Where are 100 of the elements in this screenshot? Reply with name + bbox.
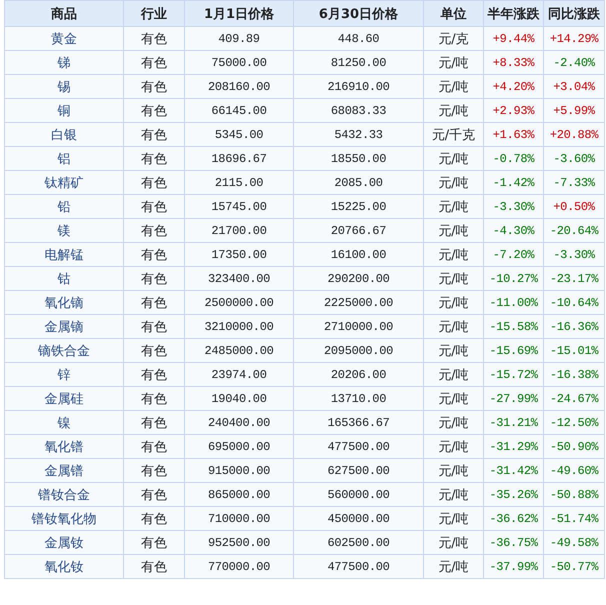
industry-cell: 有色 xyxy=(124,242,184,266)
unit-cell: 元/吨 xyxy=(424,242,484,266)
commodity-cell: 铝 xyxy=(4,146,124,170)
commodity-cell: 锑 xyxy=(4,50,124,74)
industry-cell: 有色 xyxy=(124,482,184,506)
unit-cell: 元/吨 xyxy=(424,98,484,122)
change-cell: -31.21% xyxy=(484,410,544,434)
price-cell: 323400.00 xyxy=(184,266,294,290)
change-cell: -51.74% xyxy=(544,506,604,530)
industry-cell: 有色 xyxy=(124,218,184,242)
change-cell: -15.01% xyxy=(544,338,604,362)
column-header: 6月30日价格 xyxy=(294,0,424,26)
unit-cell: 元/吨 xyxy=(424,266,484,290)
change-cell: -1.42% xyxy=(484,170,544,194)
change-cell: +1.63% xyxy=(484,122,544,146)
industry-cell: 有色 xyxy=(124,290,184,314)
change-cell: -31.29% xyxy=(484,434,544,458)
change-cell: -12.50% xyxy=(544,410,604,434)
commodity-cell: 铜 xyxy=(4,98,124,122)
change-cell: -23.17% xyxy=(544,266,604,290)
change-cell: -3.60% xyxy=(544,146,604,170)
price-cell: 477500.00 xyxy=(294,434,424,458)
price-cell: 16100.00 xyxy=(294,242,424,266)
price-cell: 20766.67 xyxy=(294,218,424,242)
industry-cell: 有色 xyxy=(124,26,184,50)
price-cell: 477500.00 xyxy=(294,554,424,578)
unit-cell: 元/千克 xyxy=(424,122,484,146)
industry-cell: 有色 xyxy=(124,338,184,362)
unit-cell: 元/吨 xyxy=(424,458,484,482)
change-cell: -37.99% xyxy=(484,554,544,578)
price-cell: 695000.00 xyxy=(184,434,294,458)
change-cell: -10.64% xyxy=(544,290,604,314)
change-cell: -15.58% xyxy=(484,314,544,338)
unit-cell: 元/吨 xyxy=(424,554,484,578)
price-cell: 66145.00 xyxy=(184,98,294,122)
change-cell: -4.30% xyxy=(484,218,544,242)
industry-cell: 有色 xyxy=(124,362,184,386)
price-cell: 21700.00 xyxy=(184,218,294,242)
industry-cell: 有色 xyxy=(124,554,184,578)
industry-cell: 有色 xyxy=(124,266,184,290)
change-cell: +8.33% xyxy=(484,50,544,74)
change-cell: +9.44% xyxy=(484,26,544,50)
price-cell: 710000.00 xyxy=(184,506,294,530)
column-header: 1月1日价格 xyxy=(184,0,294,26)
price-cell: 23974.00 xyxy=(184,362,294,386)
industry-cell: 有色 xyxy=(124,314,184,338)
commodity-cell: 铅 xyxy=(4,194,124,218)
commodity-cell: 镝铁合金 xyxy=(4,338,124,362)
price-cell: 290200.00 xyxy=(294,266,424,290)
column-header: 半年涨跌 xyxy=(484,0,544,26)
change-cell: -27.99% xyxy=(484,386,544,410)
price-cell: 2085.00 xyxy=(294,170,424,194)
industry-cell: 有色 xyxy=(124,434,184,458)
price-cell: 81250.00 xyxy=(294,50,424,74)
unit-cell: 元/吨 xyxy=(424,218,484,242)
price-cell: 5432.33 xyxy=(294,122,424,146)
change-cell: -16.38% xyxy=(544,362,604,386)
price-cell: 19040.00 xyxy=(184,386,294,410)
commodity-cell: 黄金 xyxy=(4,26,124,50)
industry-cell: 有色 xyxy=(124,74,184,98)
change-cell: +5.99% xyxy=(544,98,604,122)
change-cell: -11.00% xyxy=(484,290,544,314)
change-cell: +14.29% xyxy=(544,26,604,50)
industry-cell: 有色 xyxy=(124,386,184,410)
change-cell: -36.75% xyxy=(484,530,544,554)
change-cell: +4.20% xyxy=(484,74,544,98)
industry-cell: 有色 xyxy=(124,50,184,74)
price-cell: 2115.00 xyxy=(184,170,294,194)
price-cell: 2095000.00 xyxy=(294,338,424,362)
unit-cell: 元/吨 xyxy=(424,434,484,458)
change-cell: -31.42% xyxy=(484,458,544,482)
price-cell: 17350.00 xyxy=(184,242,294,266)
change-cell: -24.67% xyxy=(544,386,604,410)
price-cell: 602500.00 xyxy=(294,530,424,554)
price-cell: 15745.00 xyxy=(184,194,294,218)
price-cell: 216910.00 xyxy=(294,74,424,98)
unit-cell: 元/吨 xyxy=(424,338,484,362)
price-cell: 865000.00 xyxy=(184,482,294,506)
unit-cell: 元/吨 xyxy=(424,386,484,410)
unit-cell: 元/吨 xyxy=(424,146,484,170)
price-cell: 770000.00 xyxy=(184,554,294,578)
industry-cell: 有色 xyxy=(124,194,184,218)
price-cell: 15225.00 xyxy=(294,194,424,218)
commodity-cell: 镁 xyxy=(4,218,124,242)
price-cell: 18550.00 xyxy=(294,146,424,170)
change-cell: -50.77% xyxy=(544,554,604,578)
price-cell: 13710.00 xyxy=(294,386,424,410)
change-cell: -2.40% xyxy=(544,50,604,74)
price-cell: 18696.67 xyxy=(184,146,294,170)
unit-cell: 元/吨 xyxy=(424,482,484,506)
commodity-cell: 钴 xyxy=(4,266,124,290)
price-cell: 208160.00 xyxy=(184,74,294,98)
commodity-cell: 氧化钕 xyxy=(4,554,124,578)
commodity-cell: 镍 xyxy=(4,410,124,434)
unit-cell: 元/吨 xyxy=(424,506,484,530)
unit-cell: 元/吨 xyxy=(424,194,484,218)
industry-cell: 有色 xyxy=(124,122,184,146)
unit-cell: 元/吨 xyxy=(424,74,484,98)
unit-cell: 元/吨 xyxy=(424,50,484,74)
price-cell: 915000.00 xyxy=(184,458,294,482)
